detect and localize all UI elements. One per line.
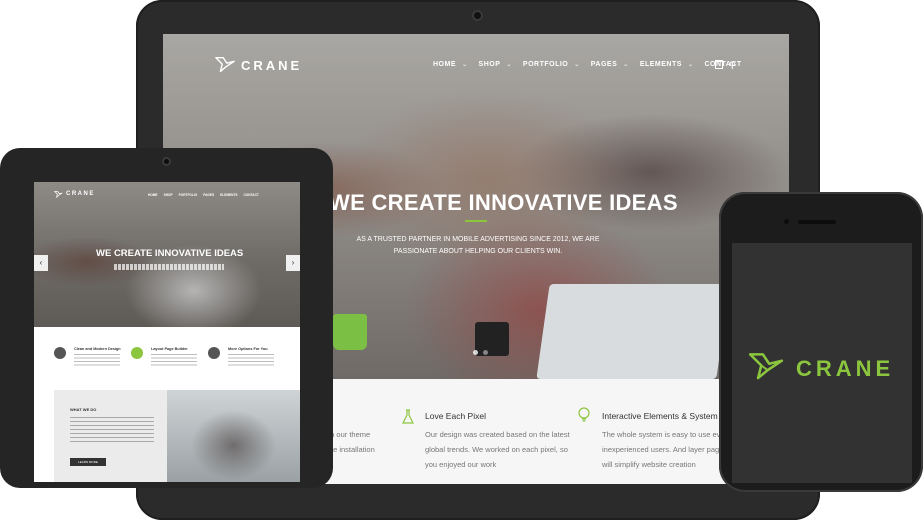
feature-description: Our design was created based on the late… [425,430,570,469]
tablet-what-we-do-image [167,390,300,482]
phone-logo-text: CRANE [796,356,895,381]
tablet-feature-text [74,354,120,368]
tablet-hero-banner: CRANE HOME SHOP PORTFOLIO PAGES ELEMENTS… [34,182,300,327]
tablet-camera [164,159,169,164]
learn-more-button[interactable]: LEARN MORE [70,458,106,466]
nav-item-pages[interactable]: PAGES ⌄ [591,61,629,68]
nav-item-home[interactable]: HOME ⌄ [433,61,468,68]
tablet-hero-subtitle [114,264,224,270]
tablet-nav-portfolio[interactable]: PORTFOLIO [179,193,198,197]
phone-speaker [798,220,836,224]
tablet-feature-title: Clean and Modern Design [74,347,121,351]
brand-logo-text[interactable]: CRANE [241,58,302,73]
tablet-feature-text [228,354,274,368]
tablet-what-we-do-title: WHAT WE DO [70,407,97,412]
main-nav: HOME ⌄ SHOP ⌄ PORTFOLIO ⌄ PAGES ⌄ ELEMENTS ⌄ … [433,61,753,68]
tablet-nav-pages[interactable]: PAGES [203,193,214,197]
tablet-feature-icon [54,347,66,359]
crane-logo-icon [748,353,784,380]
crane-logo-icon[interactable] [214,54,236,76]
chevron-right-icon[interactable]: › [286,255,300,271]
tablet-what-we-do-text [70,417,154,445]
chevron-down-icon: ⌄ [623,62,629,68]
tablet-feature-title: More Options For You [228,347,268,351]
hero-photo-laptop [536,284,730,379]
hero-subtitle: AS A TRUSTED PARTNER IN MOBILE ADVERTISI… [356,236,600,255]
nav-item-elements[interactable]: ELEMENTS ⌄ [640,61,694,68]
feature-description: The whole system is easy to use even fo … [602,430,738,469]
slider-dot[interactable] [473,350,478,355]
tablet-logo-text[interactable]: CRANE [66,191,95,197]
nav-item-portfolio[interactable]: PORTFOLIO ⌄ [523,61,580,68]
tablet-nav-elements[interactable]: ELEMENTS [220,193,237,197]
chevron-down-icon: ⌄ [506,62,512,68]
nav-item-shop[interactable]: SHOP ⌄ [479,61,512,68]
tablet-hero-title: WE CREATE INNOVATIVE IDEAS [96,248,244,259]
chevron-down-icon: ⌄ [687,62,694,68]
chevron-left-icon[interactable]: ‹ [34,255,48,271]
crane-logo-icon[interactable] [54,190,63,199]
lightbulb-icon [578,407,590,422]
laptop-camera [474,12,481,19]
search-icon[interactable]: ⚲ [729,60,736,71]
slider-dot[interactable] [483,350,488,355]
tablet-nav: HOME SHOP PORTFOLIO PAGES ELEMENTS CONTA… [148,193,265,197]
tablet-feature-icon [208,347,220,359]
hero-photo-glass [475,322,509,356]
tablet-feature-icon [131,347,143,359]
tablet-nav-shop[interactable]: SHOP [164,193,173,197]
tablet-nav-contact[interactable]: CONTACT [243,193,258,197]
hero-title: WE CREATE INNOVATIVE IDEAS [329,190,678,215]
feature-title: Interactive Elements & System [602,411,718,421]
tablet-nav-home[interactable]: HOME [148,193,158,197]
chevron-down-icon: ⌄ [574,62,580,68]
feature-title: Love Each Pixel [425,411,486,421]
hero-photo-mug [333,314,367,350]
tablet-feature-text [151,354,197,368]
tablet-features [34,327,300,377]
phone-camera [784,219,789,224]
shopping-bag-icon[interactable] [715,60,723,69]
nav-item-contact[interactable]: CONTACT [704,61,741,68]
hero-divider [465,220,487,222]
tablet-screen: CRANE HOME SHOP PORTFOLIO PAGES ELEMENTS… [34,182,300,482]
tablet-feature-title: Layout Page Builder [151,347,188,351]
chevron-down-icon: ⌄ [462,62,468,68]
flask-icon [402,409,414,424]
